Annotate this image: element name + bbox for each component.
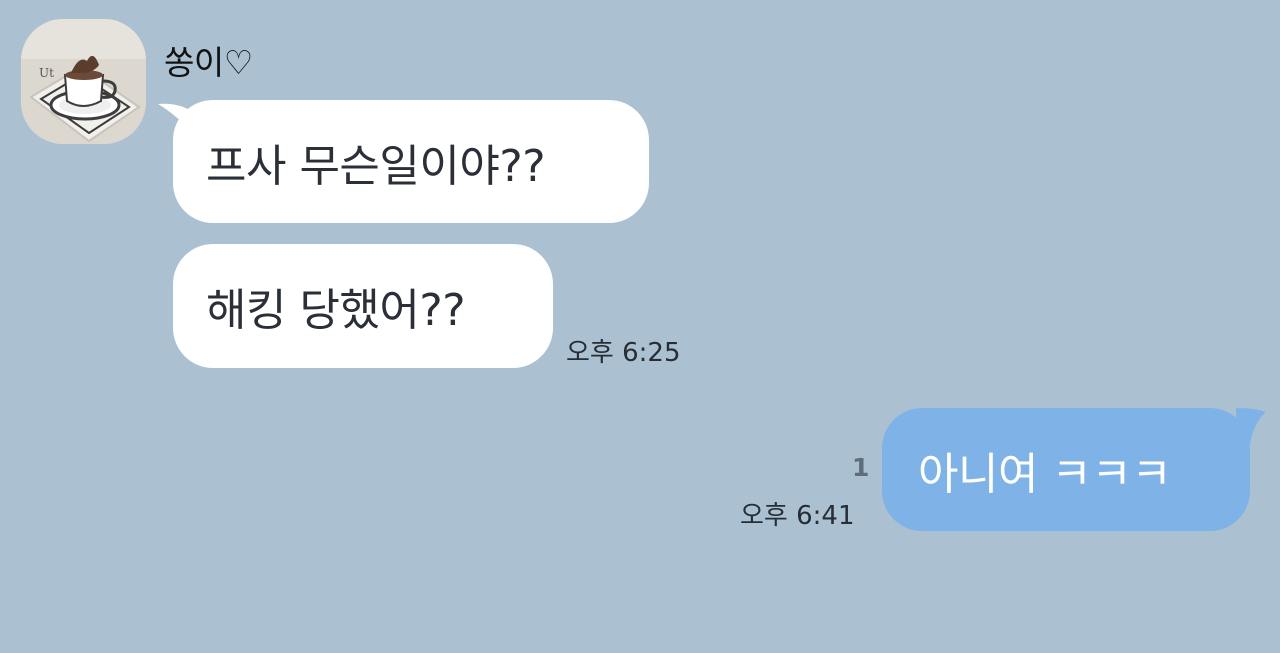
message-time: 오후 6:25 bbox=[566, 338, 681, 368]
svg-text:Ut: Ut bbox=[39, 66, 54, 80]
teacup-photo-icon: Ut bbox=[21, 19, 146, 144]
message-bubble-incoming-1[interactable]: 프사 무슨일이야?? bbox=[173, 100, 649, 223]
bubble-tail-outgoing bbox=[1236, 408, 1266, 444]
message-time: 오후 6:41 bbox=[740, 501, 855, 531]
contact-avatar[interactable]: Ut bbox=[21, 19, 146, 144]
message-bubble-incoming-2[interactable]: 해킹 당했어?? bbox=[173, 244, 553, 368]
unread-count: 1 bbox=[852, 453, 870, 482]
message-bubble-outgoing[interactable]: 아니여 ㅋㅋㅋ bbox=[882, 408, 1250, 531]
contact-name: 쏭이♡ bbox=[164, 43, 253, 82]
